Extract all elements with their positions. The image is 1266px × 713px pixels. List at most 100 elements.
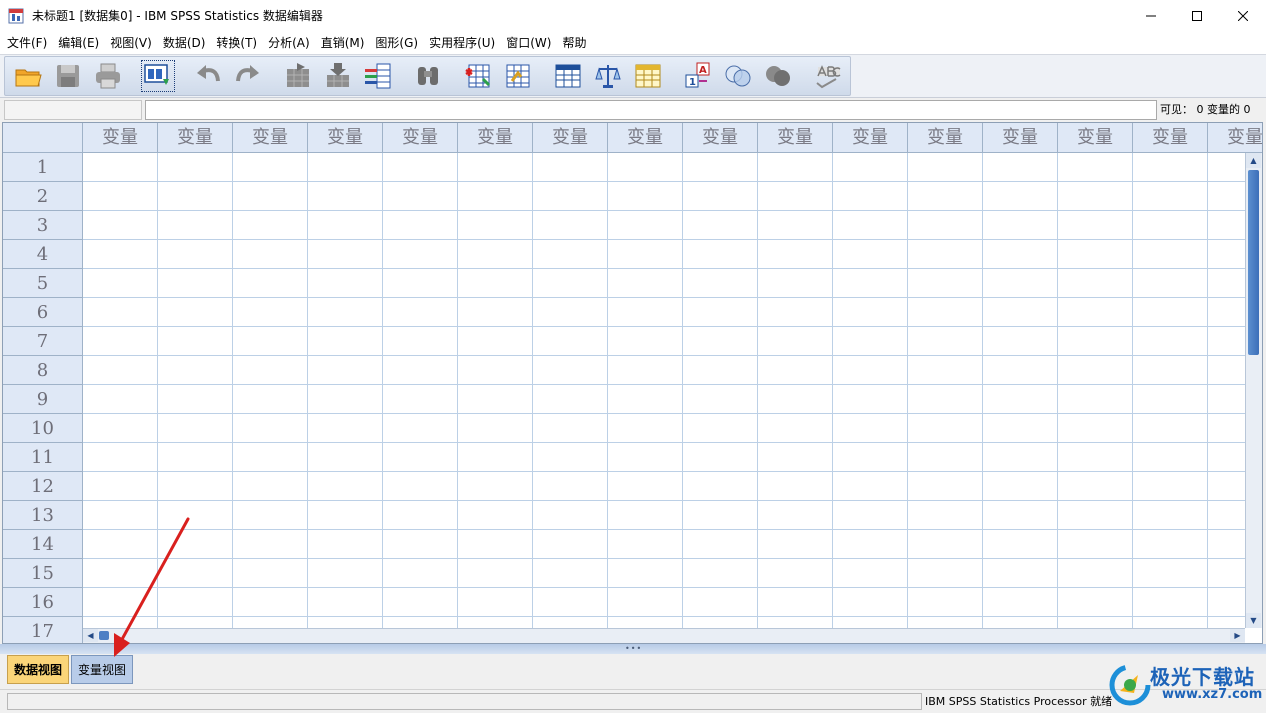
minimize-button[interactable] bbox=[1128, 0, 1174, 32]
goto-variable-button[interactable] bbox=[321, 60, 355, 92]
row-header[interactable]: 15 bbox=[3, 559, 83, 588]
column-header[interactable]: 变量 bbox=[683, 123, 758, 153]
maximize-icon bbox=[1192, 11, 1202, 21]
column-header[interactable]: 变量 bbox=[83, 123, 158, 153]
menu-utilities[interactable]: 实用程序(U) bbox=[425, 33, 499, 53]
column-header[interactable]: 变量 bbox=[233, 123, 308, 153]
column-header[interactable]: 变量 bbox=[158, 123, 233, 153]
pane-splitter[interactable]: ••• bbox=[0, 644, 1266, 654]
row-header[interactable]: 12 bbox=[3, 472, 83, 501]
goto-case-button[interactable] bbox=[281, 60, 315, 92]
column-header[interactable]: 变量 bbox=[983, 123, 1058, 153]
save-button[interactable] bbox=[51, 60, 85, 92]
vertical-scroll-thumb[interactable] bbox=[1248, 170, 1259, 355]
cell-value-editor[interactable] bbox=[145, 100, 1157, 120]
close-button[interactable] bbox=[1220, 0, 1266, 32]
menu-bar: 文件(F) 编辑(E) 视图(V) 数据(D) 转换(T) 分析(A) 直销(M… bbox=[0, 32, 1266, 54]
column-header[interactable]: 变量 bbox=[383, 123, 458, 153]
variables-button[interactable] bbox=[361, 60, 395, 92]
menu-analyze[interactable]: 分析(A) bbox=[264, 33, 314, 53]
menu-help[interactable]: 帮助 bbox=[558, 33, 590, 53]
open-button[interactable] bbox=[11, 60, 45, 92]
status-bar: IBM SPSS Statistics Processor 就绪 bbox=[0, 689, 1266, 713]
value-labels-button[interactable]: A1 bbox=[681, 60, 715, 92]
goto-variable-icon bbox=[327, 63, 349, 87]
use-sets-button[interactable] bbox=[721, 60, 755, 92]
row-header[interactable]: 3 bbox=[3, 211, 83, 240]
scroll-down-arrow-icon[interactable]: ▼ bbox=[1246, 613, 1261, 628]
vertical-scrollbar[interactable]: ▲ ▼ bbox=[1245, 153, 1262, 628]
toolbar: A1 bbox=[4, 56, 851, 96]
menu-window[interactable]: 窗口(W) bbox=[502, 33, 555, 53]
column-header[interactable]: 变量 bbox=[533, 123, 608, 153]
spss-app-icon[interactable] bbox=[8, 7, 26, 25]
row-header[interactable]: 4 bbox=[3, 240, 83, 269]
print-icon bbox=[96, 63, 120, 89]
cell-editor-row: 可见： 0 变量的 0 bbox=[0, 98, 1266, 122]
column-header[interactable]: 变量 bbox=[758, 123, 833, 153]
menu-view[interactable]: 视图(V) bbox=[106, 33, 156, 53]
column-header[interactable]: 变量 bbox=[1058, 123, 1133, 153]
visible-variables-info: 可见： 0 变量的 0 bbox=[1160, 103, 1251, 116]
insert-cases-button[interactable] bbox=[461, 60, 495, 92]
select-cases-button[interactable] bbox=[631, 60, 665, 92]
menu-file[interactable]: 文件(F) bbox=[3, 33, 51, 53]
horizontal-scroll-thumb[interactable] bbox=[99, 631, 109, 640]
column-header[interactable]: 变量 bbox=[308, 123, 383, 153]
grid-cells[interactable] bbox=[83, 153, 1245, 629]
row-header[interactable]: 9 bbox=[3, 385, 83, 414]
cell-reference-box[interactable] bbox=[4, 100, 142, 120]
splitter-grip-icon[interactable]: ••• bbox=[625, 645, 642, 653]
tab-data-view[interactable]: 数据视图 bbox=[7, 655, 70, 684]
undo-button[interactable] bbox=[191, 60, 225, 92]
row-header[interactable]: 8 bbox=[3, 356, 83, 385]
show-all-variables-button[interactable] bbox=[761, 60, 795, 92]
grid-corner[interactable] bbox=[3, 123, 83, 153]
row-header[interactable]: 13 bbox=[3, 501, 83, 530]
dialog-recall-icon bbox=[144, 64, 169, 85]
column-header[interactable]: 变量 bbox=[908, 123, 983, 153]
column-header[interactable]: 变量 bbox=[1133, 123, 1208, 153]
scroll-right-arrow-icon[interactable]: ▶ bbox=[1230, 629, 1245, 642]
scroll-up-arrow-icon[interactable]: ▲ bbox=[1246, 153, 1261, 168]
row-header[interactable]: 16 bbox=[3, 588, 83, 617]
row-header[interactable]: 14 bbox=[3, 530, 83, 559]
row-header[interactable]: 1 bbox=[3, 153, 83, 182]
dialog-recall-button[interactable] bbox=[141, 60, 175, 92]
menu-data[interactable]: 数据(D) bbox=[159, 33, 210, 53]
column-header[interactable]: 变量 bbox=[458, 123, 533, 153]
scroll-left-arrow-icon[interactable]: ◀ bbox=[83, 629, 98, 642]
status-message-area bbox=[7, 693, 922, 710]
menu-direct-marketing[interactable]: 直销(M) bbox=[317, 33, 369, 53]
row-header[interactable]: 5 bbox=[3, 269, 83, 298]
tab-variable-view[interactable]: 变量视图 bbox=[71, 655, 134, 684]
split-file-button[interactable] bbox=[551, 60, 585, 92]
menu-transform[interactable]: 转换(T) bbox=[212, 33, 261, 53]
row-header[interactable]: 11 bbox=[3, 443, 83, 472]
row-header[interactable]: 6 bbox=[3, 298, 83, 327]
insert-variable-button[interactable] bbox=[501, 60, 535, 92]
value-labels-icon: A1 bbox=[685, 62, 710, 88]
row-header[interactable]: 10 bbox=[3, 414, 83, 443]
horizontal-scrollbar[interactable]: ◀ ▶ bbox=[83, 628, 1245, 643]
row-header[interactable]: 2 bbox=[3, 182, 83, 211]
svg-text:A: A bbox=[699, 65, 707, 76]
redo-icon bbox=[236, 65, 259, 82]
column-header[interactable]: 变量 bbox=[608, 123, 683, 153]
redo-button[interactable] bbox=[231, 60, 265, 92]
print-button[interactable] bbox=[91, 60, 125, 92]
variables-icon bbox=[365, 63, 391, 89]
processor-status: IBM SPSS Statistics Processor 就绪 bbox=[925, 695, 1113, 708]
svg-text:1: 1 bbox=[689, 77, 696, 88]
weight-cases-button[interactable] bbox=[591, 60, 625, 92]
column-header[interactable]: 变量 bbox=[833, 123, 908, 153]
watermark-url: www.xz7.com bbox=[1162, 687, 1263, 702]
menu-graphs[interactable]: 图形(G) bbox=[371, 33, 422, 53]
find-button[interactable] bbox=[411, 60, 445, 92]
maximize-button[interactable] bbox=[1174, 0, 1220, 32]
row-header[interactable]: 17 bbox=[3, 617, 83, 643]
column-header[interactable]: 变量 bbox=[1208, 123, 1262, 153]
spell-check-button[interactable] bbox=[811, 60, 845, 92]
row-header[interactable]: 7 bbox=[3, 327, 83, 356]
menu-edit[interactable]: 编辑(E) bbox=[54, 33, 103, 53]
